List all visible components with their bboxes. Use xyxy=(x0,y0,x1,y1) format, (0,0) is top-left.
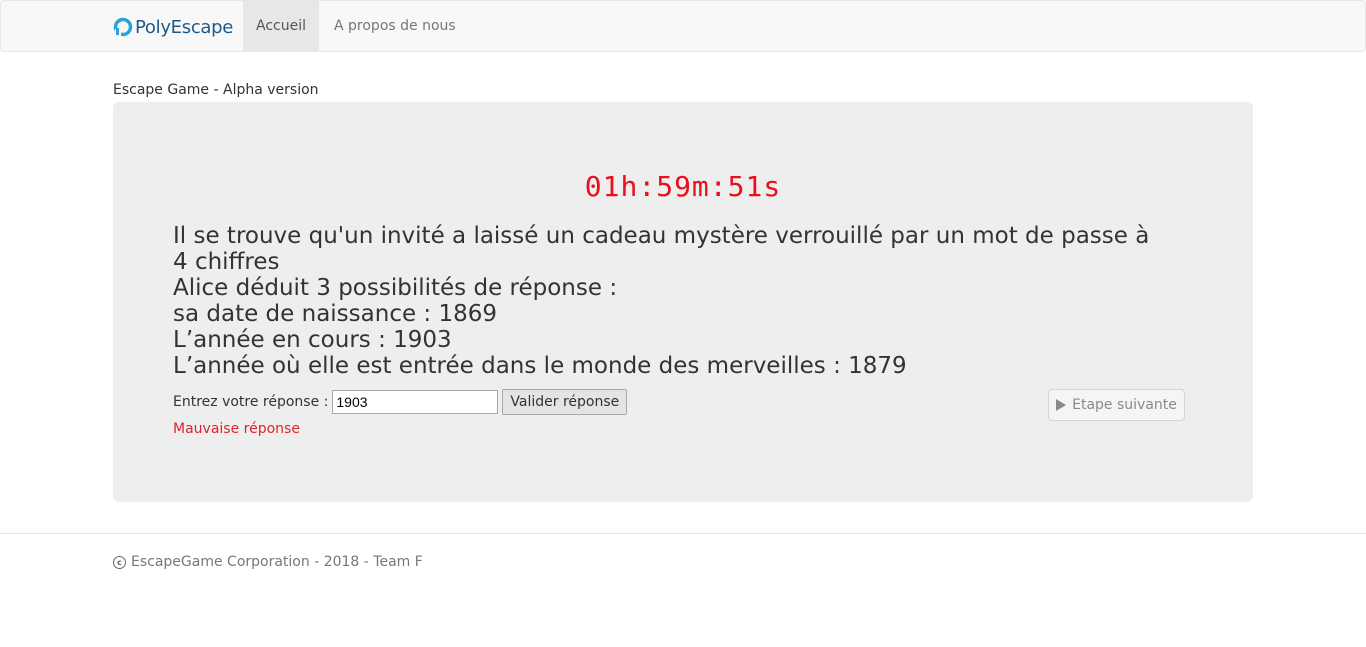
footer-divider xyxy=(0,533,1366,534)
navbar: PolyEscape Accueil A propos de nous xyxy=(0,0,1366,52)
brand-name: PolyEscape xyxy=(135,16,234,38)
next-step-button[interactable]: Etape suivante xyxy=(1048,389,1185,421)
question-line: sa date de naissance : 1869 xyxy=(173,301,498,327)
brand-link[interactable]: PolyEscape xyxy=(113,15,233,39)
footer-text: EscapeGame Corporation - 2018 - Team F xyxy=(131,554,423,570)
answer-input[interactable] xyxy=(332,390,499,414)
error-message: Mauvaise réponse xyxy=(173,421,300,437)
polyescape-logo-icon xyxy=(113,17,133,37)
validate-button[interactable]: Valider réponse xyxy=(502,389,628,415)
countdown-timer: 01h:59m:51s xyxy=(584,170,782,203)
footer: c EscapeGame Corporation - 2018 - Team F xyxy=(113,554,423,570)
play-icon xyxy=(1056,399,1067,411)
copyright-icon: c xyxy=(113,555,126,569)
game-panel: 01h:59m:51s Il se trouve qu'un invité a … xyxy=(113,102,1253,502)
nav-item-home[interactable]: Accueil xyxy=(243,1,319,51)
answer-label: Entrez votre réponse : xyxy=(173,394,329,410)
nav-item-about[interactable]: A propos de nous xyxy=(334,1,456,51)
next-step-label: Etape suivante xyxy=(1072,397,1177,413)
question-text: Il se trouve qu'un invité a laissé un ca… xyxy=(173,223,1153,379)
page-subtitle: Escape Game - Alpha version xyxy=(113,82,319,98)
question-line: L’année où elle est entrée dans le monde… xyxy=(173,353,907,379)
question-line: Il se trouve qu'un invité a laissé un ca… xyxy=(173,223,1150,275)
answer-row: Entrez votre réponse : Valider réponse xyxy=(173,389,628,415)
question-line: Alice déduit 3 possibilités de réponse : xyxy=(173,275,618,301)
question-line: L’année en cours : 1903 xyxy=(173,327,452,353)
